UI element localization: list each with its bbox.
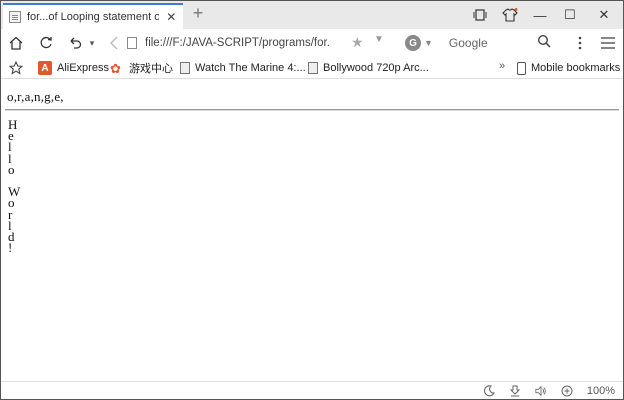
- undo-dropdown-icon[interactable]: ▾: [87, 32, 97, 54]
- bookmark-aliexpress[interactable]: A AliExpress: [38, 60, 109, 76]
- bookmark-label: Mobile bookmarks: [531, 62, 621, 74]
- page-favicon-icon: [9, 11, 21, 23]
- game-center-icon: ✿: [110, 61, 121, 76]
- download-icon[interactable]: [509, 385, 521, 397]
- active-tab[interactable]: for...of Looping statement of JavaScript…: [3, 3, 183, 29]
- output-char: o: [8, 161, 15, 177]
- search-engine-icon[interactable]: G: [405, 35, 421, 51]
- new-tab-button[interactable]: +: [189, 4, 207, 23]
- url-dropdown-icon[interactable]: ▼: [374, 34, 384, 45]
- bookmarks-bar: A AliExpress ✿ 游戏中心 Watch The Marine 4:.…: [1, 57, 623, 79]
- navigation-bar: ▾ file:///F:/JAVA-SCRIPT/programs/for. ★…: [1, 29, 623, 57]
- zoom-level[interactable]: 100%: [587, 385, 615, 397]
- status-bar: 100%: [1, 381, 623, 399]
- more-options-icon[interactable]: [567, 32, 593, 54]
- bookmark-label: Bollywood 720p Arc...: [323, 62, 429, 74]
- minimize-button[interactable]: —: [525, 1, 555, 29]
- page-icon: [308, 62, 318, 74]
- bookmark-label: 游戏中心: [129, 63, 173, 75]
- bookmark-bollywood[interactable]: Bollywood 720p Arc...: [308, 60, 429, 76]
- nav-right-tools: [567, 32, 623, 54]
- bookmark-label: Watch The Marine 4:...: [195, 62, 306, 74]
- tab-title: for...of Looping statement of JavaScript: [27, 11, 160, 23]
- horizontal-rule: [5, 109, 619, 111]
- zoom-in-icon[interactable]: [561, 385, 573, 397]
- reading-mode-icon[interactable]: [465, 1, 495, 29]
- search-icon[interactable]: [537, 34, 551, 48]
- window-controls: — ☐ ✕: [465, 1, 623, 29]
- close-window-button[interactable]: ✕: [585, 1, 623, 29]
- page-content: o,r,a,n,g,e, He l l o Wo r l d!: [1, 81, 623, 381]
- bookmark-star-icon[interactable]: ★: [351, 34, 364, 51]
- page-icon: [127, 37, 137, 49]
- tab-close-icon[interactable]: ✕: [165, 10, 177, 24]
- browser-window: for...of Looping statement of JavaScript…: [0, 0, 624, 400]
- bookmarks-star-icon[interactable]: [9, 60, 23, 76]
- page-icon: [180, 62, 190, 74]
- search-box[interactable]: G ▼ Google: [405, 33, 555, 53]
- back-icon[interactable]: [103, 32, 125, 54]
- address-bar[interactable]: file:///F:/JAVA-SCRIPT/programs/for. ★ ▼: [127, 33, 389, 53]
- home-icon[interactable]: [5, 32, 27, 54]
- url-text[interactable]: file:///F:/JAVA-SCRIPT/programs/for.: [145, 37, 345, 49]
- aliexpress-icon: A: [38, 61, 52, 75]
- bookmark-label: AliExpress: [57, 62, 109, 74]
- menu-icon[interactable]: [593, 32, 623, 54]
- maximize-button[interactable]: ☐: [555, 1, 585, 29]
- night-mode-icon[interactable]: [483, 384, 495, 397]
- tab-bar: for...of Looping statement of JavaScript…: [1, 1, 623, 29]
- bookmarks-overflow-button[interactable]: »: [499, 60, 505, 72]
- output-char-list: He l l o Wo r l d!: [8, 118, 20, 254]
- bookmark-game-center[interactable]: ✿ 游戏中心: [110, 60, 173, 76]
- output-line-orange: o,r,a,n,g,e,: [7, 89, 64, 104]
- search-input[interactable]: Google: [449, 36, 488, 50]
- mobile-bookmarks-button[interactable]: Mobile bookmarks: [517, 60, 620, 76]
- undo-icon[interactable]: [65, 32, 87, 54]
- sound-icon[interactable]: [535, 385, 547, 397]
- reload-icon[interactable]: [35, 32, 57, 54]
- skin-shirt-icon[interactable]: [495, 1, 525, 29]
- mobile-icon: [517, 61, 526, 75]
- search-engine-dropdown-icon[interactable]: ▼: [424, 38, 433, 48]
- bookmark-watch-the-marine[interactable]: Watch The Marine 4:...: [180, 60, 306, 76]
